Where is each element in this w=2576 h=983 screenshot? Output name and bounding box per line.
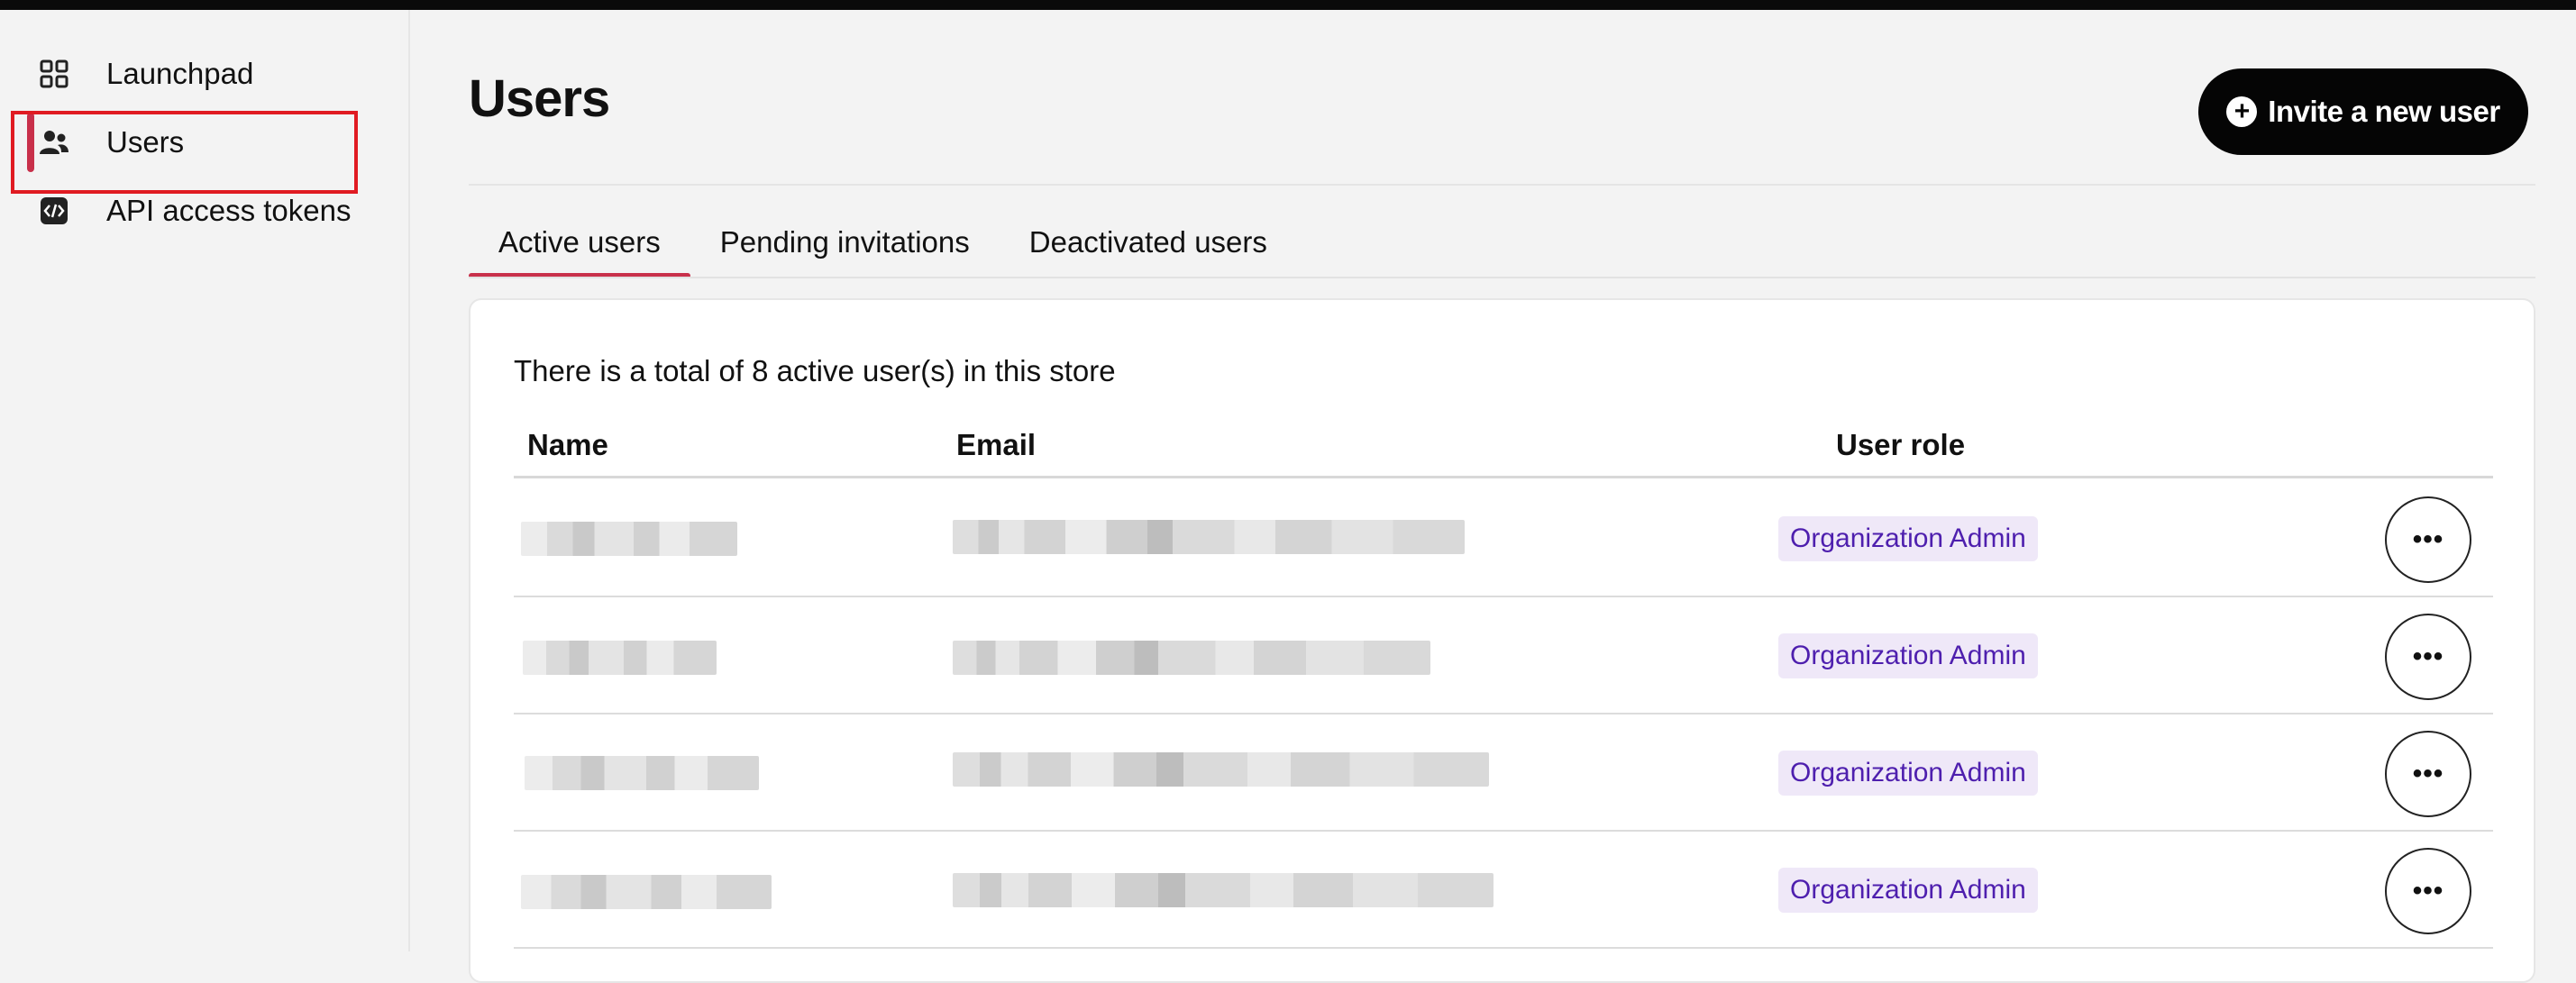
tabs-divider — [469, 277, 2535, 278]
redacted-name — [525, 756, 759, 790]
tab-label: Deactivated users — [1028, 225, 1267, 259]
more-actions-button[interactable]: ••• — [2385, 731, 2471, 817]
role-badge: Organization Admin — [1778, 751, 2038, 796]
sidebar: Launchpad Users API access tokens — [0, 10, 410, 951]
tab-deactivated-users[interactable]: Deactivated users — [1000, 206, 1297, 278]
sidebar-item-label: API access tokens — [106, 194, 352, 227]
role-badge: Organization Admin — [1778, 516, 2038, 561]
column-header-user-role: User role — [1836, 428, 1966, 461]
more-actions-button[interactable]: ••• — [2385, 614, 2471, 700]
role-badge: Organization Admin — [1778, 868, 2038, 913]
redacted-email — [953, 641, 1430, 675]
selection-highlight — [11, 111, 358, 194]
invite-user-button[interactable]: + Invite a new user — [2198, 68, 2528, 155]
table-row: Organization Admin ••• — [514, 480, 2493, 597]
page-title: Users — [469, 69, 610, 128]
sidebar-item-label: Launchpad — [106, 57, 254, 90]
table-row: Organization Admin ••• — [514, 832, 2493, 949]
table-header: Name Email User role — [514, 417, 2493, 478]
tabs: Active users Pending invitations Deactiv… — [469, 206, 1297, 278]
users-summary: There is a total of 8 active user(s) in … — [514, 354, 1116, 387]
column-header-name: Name — [527, 428, 608, 461]
users-card: There is a total of 8 active user(s) in … — [469, 298, 2535, 983]
sidebar-item-launchpad[interactable]: Launchpad — [27, 44, 388, 104]
top-bar — [0, 0, 2576, 10]
table-row: Organization Admin ••• — [514, 714, 2493, 832]
more-actions-button[interactable]: ••• — [2385, 496, 2471, 583]
plus-circle-icon: + — [2226, 96, 2258, 127]
redacted-email — [953, 873, 1494, 907]
invite-user-label: Invite a new user — [2268, 95, 2500, 128]
tab-active-users[interactable]: Active users — [469, 206, 690, 278]
redacted-email — [953, 520, 1465, 554]
table-row: Organization Admin ••• — [514, 597, 2493, 714]
redacted-name — [523, 641, 717, 675]
tab-pending-invitations[interactable]: Pending invitations — [690, 206, 1000, 278]
tab-label: Pending invitations — [719, 225, 970, 259]
grid-icon — [34, 54, 74, 94]
code-icon — [34, 191, 74, 231]
divider — [469, 184, 2535, 186]
more-actions-button[interactable]: ••• — [2385, 848, 2471, 934]
role-badge: Organization Admin — [1778, 633, 2038, 678]
redacted-email — [953, 752, 1489, 787]
tab-label: Active users — [498, 225, 661, 259]
column-header-email: Email — [956, 428, 1037, 461]
main-content: Users + Invite a new user Active users P… — [410, 10, 2576, 983]
redacted-name — [521, 522, 737, 556]
redacted-name — [521, 875, 772, 909]
